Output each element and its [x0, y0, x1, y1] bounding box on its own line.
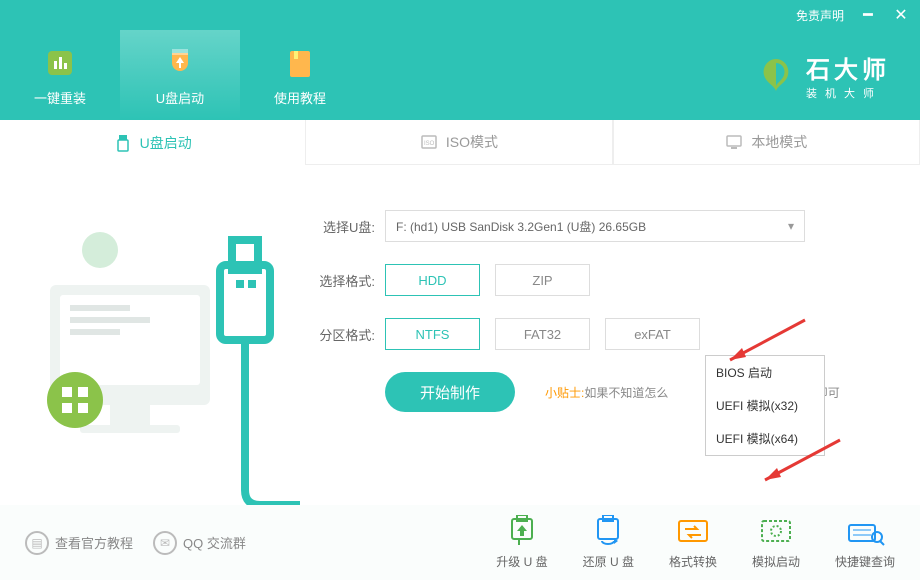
upgrade-usb-icon [502, 515, 542, 547]
tool-upgrade[interactable]: 升级 U 盘 [496, 515, 547, 570]
qq-icon: ✉ [153, 531, 177, 555]
partition-label: 分区格式: [310, 325, 375, 344]
tool-simulate-label: 模拟启动 [752, 553, 800, 570]
tutorial-icon [280, 43, 320, 83]
chevron-down-icon: ▾ [788, 219, 794, 233]
partition-option-exfat[interactable]: exFAT [605, 318, 700, 350]
tool-restore-label: 还原 U 盘 [583, 553, 634, 570]
illustration [0, 165, 300, 505]
nav-tutorial[interactable]: 使用教程 [240, 30, 360, 120]
restore-usb-icon [588, 515, 628, 547]
tab-iso[interactable]: ISO ISO模式 [305, 120, 612, 165]
partition-option-fat32[interactable]: FAT32 [495, 318, 590, 350]
footer: ▤ 查看官方教程 ✉ QQ 交流群 升级 U 盘 还原 U 盘 格式转换 模拟启… [0, 505, 920, 580]
brand: 石大师 装机大师 [756, 30, 920, 120]
nav-tutorial-label: 使用教程 [274, 88, 326, 107]
nav-usb[interactable]: U盘启动 [120, 30, 240, 120]
format-label: 选择格式: [310, 271, 375, 290]
minimize-button[interactable]: ━ [859, 5, 877, 25]
tab-local[interactable]: 本地模式 [613, 120, 920, 165]
tool-convert-label: 格式转换 [669, 553, 717, 570]
svg-text:ISO: ISO [424, 141, 435, 147]
tab-local-label: 本地模式 [751, 132, 807, 152]
footer-qq-label: QQ 交流群 [183, 533, 246, 552]
disk-select[interactable]: F: (hd1) USB SanDisk 3.2Gen1 (U盘) 26.65G… [385, 210, 805, 242]
annotation-arrow-2 [755, 435, 845, 490]
local-icon [725, 133, 743, 151]
disk-value: F: (hd1) USB SanDisk 3.2Gen1 (U盘) 26.65G… [396, 218, 646, 235]
tool-simulate[interactable]: 模拟启动 [752, 515, 800, 570]
footer-qq-link[interactable]: ✉ QQ 交流群 [153, 531, 246, 555]
usb-boot-icon [160, 43, 200, 83]
tool-hotkey-label: 快捷键查询 [835, 553, 895, 570]
mode-tabs: U盘启动 ISO ISO模式 本地模式 [0, 120, 920, 165]
tab-usb-label: U盘启动 [140, 133, 192, 153]
tip-text-before: 如果不知道怎么 [584, 386, 668, 400]
tab-iso-label: ISO模式 [446, 132, 498, 152]
nav-reinstall-label: 一键重装 [34, 88, 86, 107]
tip-label: 小贴士: [545, 386, 584, 400]
format-option-zip[interactable]: ZIP [495, 264, 590, 296]
convert-icon [673, 515, 713, 547]
header: 一键重装 U盘启动 使用教程 石大师 装机大师 [0, 30, 920, 120]
popup-uefi32[interactable]: UEFI 模拟(x32) [706, 389, 824, 422]
nav-usb-label: U盘启动 [156, 88, 204, 107]
tool-hotkey[interactable]: 快捷键查询 [835, 515, 895, 570]
tool-buttons: 升级 U 盘 还原 U 盘 格式转换 模拟启动 快捷键查询 [496, 515, 895, 570]
footer-tutorial-link[interactable]: ▤ 查看官方教程 [25, 531, 133, 555]
form-area: 选择U盘: F: (hd1) USB SanDisk 3.2Gen1 (U盘) … [300, 165, 920, 505]
reinstall-icon [40, 43, 80, 83]
nav-reinstall[interactable]: 一键重装 [0, 30, 120, 120]
titlebar: 免责声明 ━ ✕ [0, 0, 920, 30]
start-button[interactable]: 开始制作 [385, 372, 515, 412]
simulate-icon [756, 515, 796, 547]
brand-subtitle: 装机大师 [806, 85, 890, 101]
tool-upgrade-label: 升级 U 盘 [496, 553, 547, 570]
disk-label: 选择U盘: [310, 217, 375, 236]
tab-usb[interactable]: U盘启动 [0, 120, 305, 165]
iso-icon: ISO [420, 133, 438, 151]
footer-tutorial-label: 查看官方教程 [55, 533, 133, 552]
close-button[interactable]: ✕ [892, 5, 910, 25]
usb-icon [114, 134, 132, 152]
tool-restore[interactable]: 还原 U 盘 [583, 515, 634, 570]
book-icon: ▤ [25, 531, 49, 555]
disclaimer-link[interactable]: 免责声明 [796, 7, 844, 24]
annotation-arrow-1 [720, 315, 810, 370]
brand-logo-icon [756, 55, 796, 95]
main-nav: 一键重装 U盘启动 使用教程 [0, 30, 360, 120]
main-content: 选择U盘: F: (hd1) USB SanDisk 3.2Gen1 (U盘) … [0, 165, 920, 505]
format-option-hdd[interactable]: HDD [385, 264, 480, 296]
tool-convert[interactable]: 格式转换 [669, 515, 717, 570]
partition-option-ntfs[interactable]: NTFS [385, 318, 480, 350]
hotkey-icon [845, 515, 885, 547]
brand-title: 石大师 [806, 50, 890, 85]
